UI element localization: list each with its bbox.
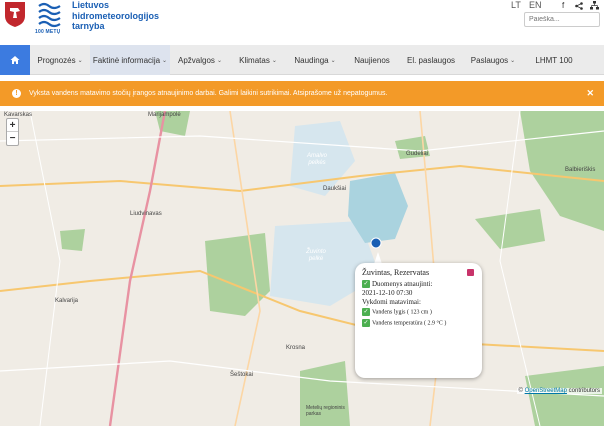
lang-en-link[interactable]: EN: [529, 0, 542, 10]
town-label: Daukšiai: [323, 186, 347, 192]
zoom-out-button[interactable]: −: [7, 132, 18, 145]
chevron-down-icon: ⌄: [271, 57, 277, 64]
osm-link[interactable]: OpenStreetMap: [525, 388, 567, 394]
town-label: Gudeliai: [406, 151, 429, 157]
share-icon[interactable]: [575, 2, 583, 10]
site-name-line: tarnyba: [72, 21, 105, 31]
anniversary-label: 100 METŲ: [35, 29, 61, 35]
nav-el-paslaugos[interactable]: El. paslaugos: [400, 45, 462, 75]
measurements-label: Vykdomi matavimai:: [362, 298, 421, 306]
zoom-control: + −: [6, 118, 19, 146]
nav-naujienos[interactable]: Naujienos: [344, 45, 400, 75]
check-icon: ✓: [362, 319, 370, 327]
nav-label: Prognozės: [37, 55, 76, 65]
alert-text: Vyksta vandens matavimo stočių įrangos a…: [29, 90, 388, 97]
home-button[interactable]: [0, 45, 30, 75]
chevron-down-icon: ⌄: [510, 57, 516, 64]
nav-faktine-informacija[interactable]: Faktinė informacija ⌄: [90, 45, 170, 75]
nav-label: Faktinė informacija: [92, 55, 161, 65]
town-label: Kalvarija: [55, 298, 79, 304]
measurement-label: Vandens lygis ( 123 cm ): [372, 309, 432, 316]
info-icon: !: [12, 89, 21, 98]
popup-title: Žuvintas, Rezervatas: [362, 268, 430, 277]
town-label: Metelių regioninis parkas: [306, 405, 345, 417]
nav-prognozes[interactable]: Prognozės ⌄: [30, 45, 90, 75]
coat-of-arms-icon: [5, 2, 25, 27]
page: 100 METŲ Lietuvos hidrometeorologijos ta…: [0, 0, 604, 426]
nav-naudinga[interactable]: Naudinga ⌄: [286, 45, 344, 75]
nav-klimatas[interactable]: Klimatas ⌄: [230, 45, 286, 75]
maintenance-alert: ! Vyksta vandens matavimo stočių įrangos…: [0, 81, 604, 106]
station-marker: [370, 237, 382, 249]
search-input[interactable]: [524, 12, 600, 27]
updated-value: 2021-12-10 07:30: [362, 289, 413, 297]
town-label: Šeštokai: [230, 372, 254, 378]
town-label: Krosna: [286, 345, 306, 351]
nav-label: Klimatas: [239, 55, 270, 65]
forest-area: [525, 366, 604, 426]
nav-paslaugos[interactable]: Paslaugos ⌄: [462, 45, 524, 75]
nav-label: Apžvalgos: [178, 55, 215, 65]
forest-area: [60, 229, 85, 251]
facebook-icon[interactable]: f: [562, 1, 564, 10]
site-name-line: hidrometeorologijos: [72, 10, 160, 21]
check-icon: ✓: [362, 280, 370, 289]
chevron-down-icon: ⌄: [330, 57, 336, 64]
nav-apzvalgos[interactable]: Apžvalgos ⌄: [170, 45, 230, 75]
station-popup: Žuvintas, Rezervatas ✓ Duomenys atnaujint…: [355, 263, 482, 378]
lang-lt-link[interactable]: LT: [511, 0, 521, 10]
check-icon: ✓: [362, 308, 370, 316]
lake-label: Amalvo pelkės: [306, 153, 327, 166]
town-label: Liudvinavas: [130, 211, 162, 217]
main-nav: Prognozės ⌄ Faktinė informacija ⌄ Apžvalgo…: [0, 45, 604, 75]
close-icon[interactable]: [467, 269, 474, 276]
chevron-down-icon: ⌄: [216, 57, 222, 64]
close-icon[interactable]: ✕: [586, 88, 594, 99]
site-name[interactable]: Lietuvos hidrometeorologijos tarnyba: [72, 0, 159, 32]
measurement-item[interactable]: ✓ Vandens lygis ( 123 cm ): [362, 308, 432, 316]
lhmt-logo-icon[interactable]: [36, 0, 64, 28]
measurement-label: Vandens temperatūra ( 2.9 °C ): [372, 320, 447, 327]
town-label: Marijampolė: [148, 112, 181, 118]
nav-label: Naujienos: [354, 55, 390, 65]
map-attribution: © OpenStreetMap contributors: [516, 388, 602, 394]
measurement-item[interactable]: ✓ Vandens temperatūra ( 2.9 °C ): [362, 319, 446, 327]
home-icon: [10, 56, 20, 64]
zoom-in-button[interactable]: +: [7, 119, 18, 132]
sitemap-icon[interactable]: [590, 1, 599, 10]
attribution-suffix: contributors: [568, 388, 600, 394]
nav-label: Paslaugos: [470, 55, 509, 65]
site-header: 100 METŲ Lietuvos hidrometeorologijos ta…: [0, 0, 604, 44]
updated-label: Duomenys atnaujinti:: [372, 280, 433, 288]
nav-label: LHMT 100: [535, 55, 573, 65]
chevron-down-icon: ⌄: [77, 57, 83, 64]
town-label: Balbieriškis: [565, 167, 596, 173]
site-name-line: Lietuvos: [72, 0, 110, 10]
updated-row: ✓ Duomenys atnaujinti:: [362, 280, 433, 289]
attribution-prefix: ©: [518, 388, 523, 394]
nav-lhmt-100[interactable]: LHMT 100: [524, 45, 584, 75]
chevron-down-icon: ⌄: [162, 57, 168, 64]
nav-label: El. paslaugos: [406, 55, 456, 65]
nav-label: Naudinga: [294, 55, 329, 65]
lake-label: Žuvinto pelkė: [306, 249, 326, 262]
